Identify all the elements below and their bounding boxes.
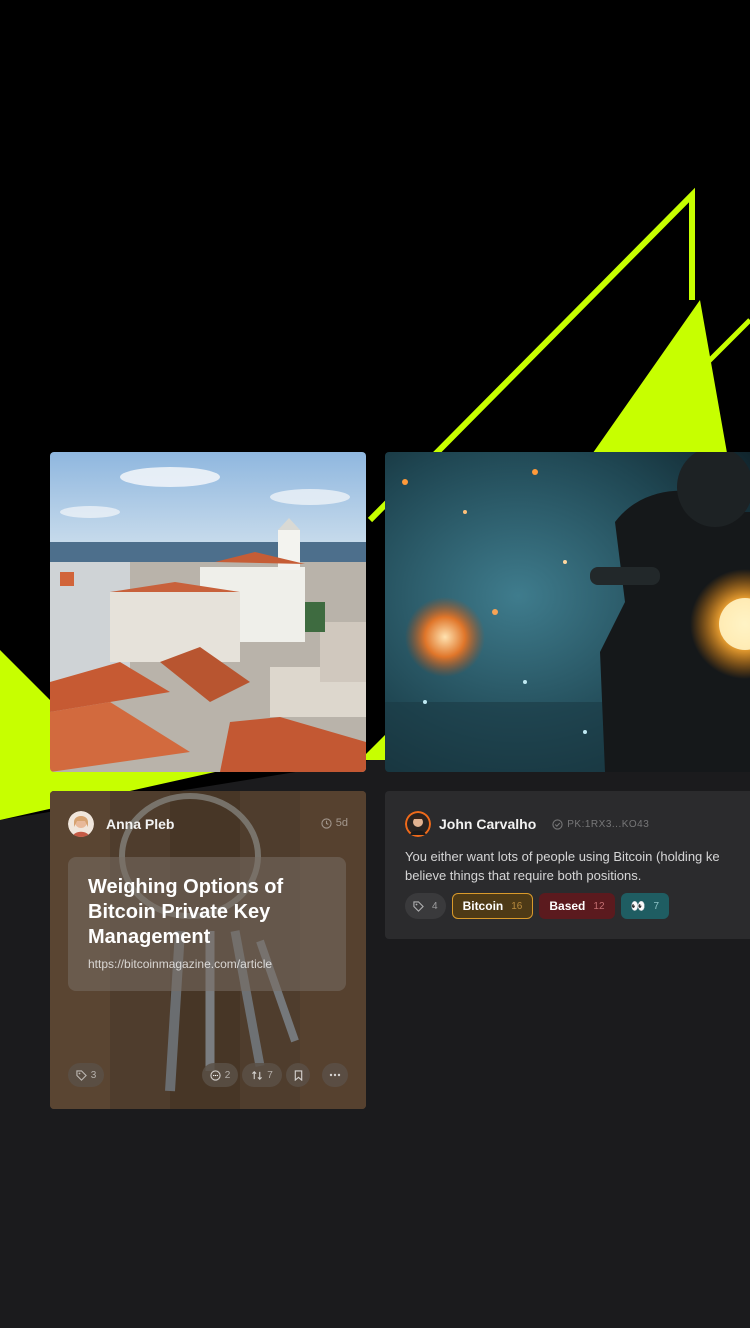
- author-name[interactable]: Anna Pleb: [106, 816, 174, 832]
- article-title[interactable]: Weighing Options of Bitcoin Private Key …: [88, 875, 328, 950]
- more-button[interactable]: [322, 1063, 348, 1087]
- article-card[interactable]: Anna Pleb 5d Weighing Options of Bitcoin…: [50, 791, 366, 1109]
- comments-button[interactable]: 2: [202, 1063, 238, 1087]
- repost-icon: [252, 1070, 263, 1080]
- author-avatar[interactable]: [405, 811, 431, 837]
- tags-button[interactable]: 3: [68, 1063, 104, 1087]
- reaction-tags: 4 Bitcoin 16 Based 12 👀 7: [405, 893, 670, 919]
- reaction-tag-eyes[interactable]: 👀 7: [620, 893, 670, 919]
- reaction-tag-bitcoin[interactable]: Bitcoin 16: [451, 893, 534, 919]
- article-url[interactable]: https://bitcoinmagazine.com/article: [88, 957, 272, 971]
- clock-icon: [321, 817, 332, 829]
- author-avatar[interactable]: [68, 811, 94, 837]
- repost-button[interactable]: 7: [242, 1063, 282, 1087]
- reaction-tag-based[interactable]: Based 12: [539, 893, 615, 919]
- tag-icon: [76, 1069, 87, 1081]
- more-options-icon: [329, 1073, 341, 1077]
- post-time: 5d: [321, 817, 348, 829]
- city-rooftops-image[interactable]: [50, 452, 366, 772]
- verified-icon: [552, 818, 563, 830]
- motorcycle-rider-image[interactable]: [385, 452, 750, 772]
- author-name[interactable]: John Carvalho: [439, 816, 536, 832]
- tags-button[interactable]: 4: [405, 893, 446, 919]
- tag-icon: [413, 900, 424, 912]
- article-actions: 3 2 7: [68, 1063, 348, 1087]
- bookmark-button[interactable]: [286, 1063, 310, 1087]
- note-card[interactable]: John Carvalho PK:1RX3...KO43 You either …: [385, 791, 750, 939]
- comment-icon: [210, 1069, 221, 1081]
- note-text: You either want lots of people using Bit…: [405, 849, 720, 883]
- bookmark-icon: [294, 1069, 302, 1081]
- pubkey[interactable]: PK:1RX3...KO43: [552, 819, 649, 830]
- article-preview[interactable]: Weighing Options of Bitcoin Private Key …: [68, 857, 346, 991]
